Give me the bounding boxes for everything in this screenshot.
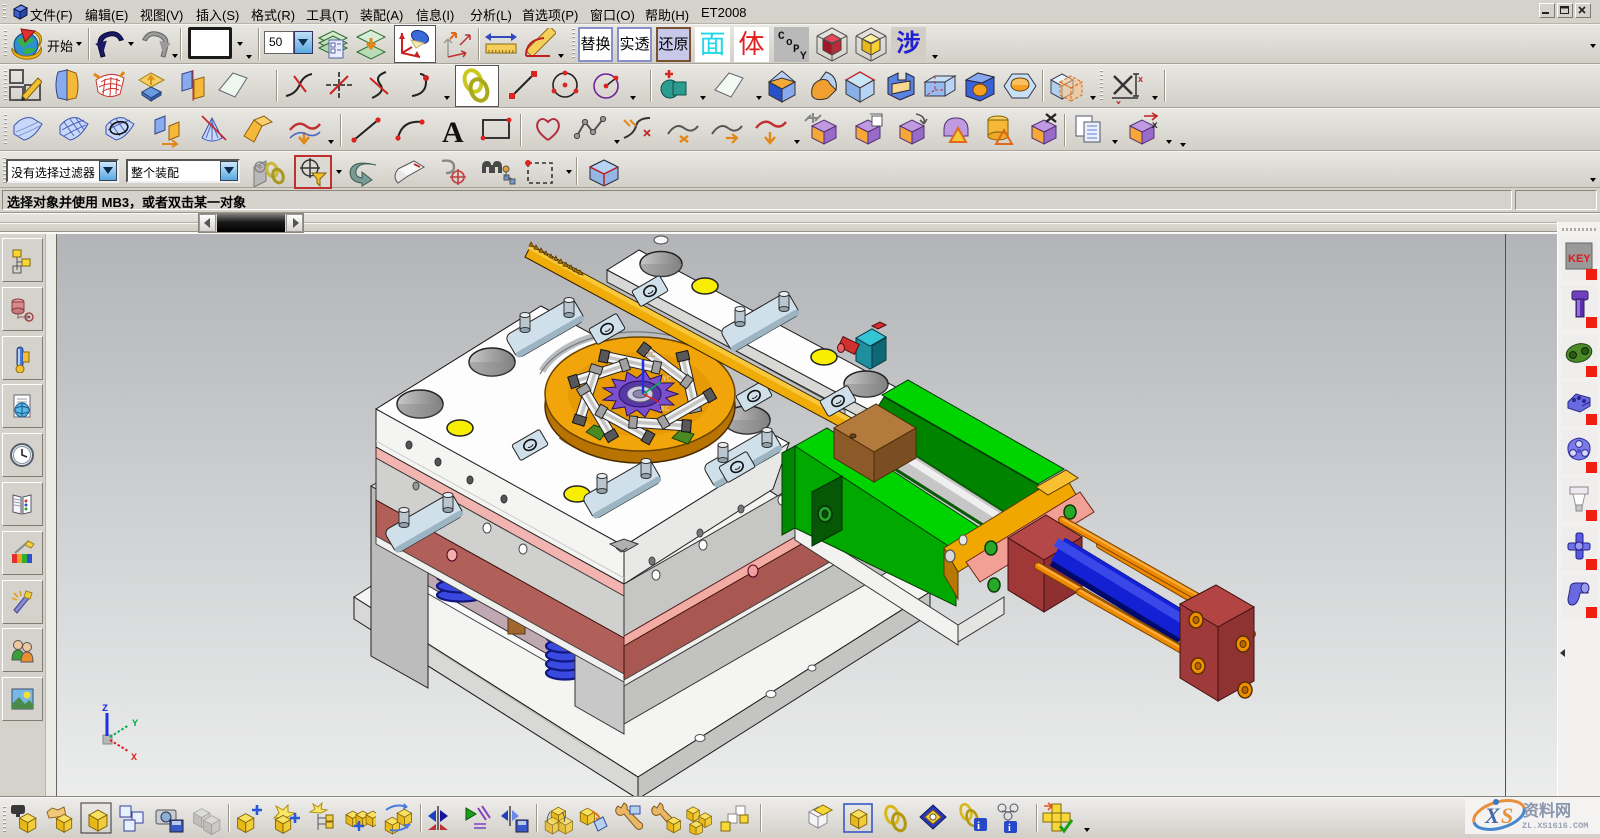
svg-text:YC: YC xyxy=(662,375,672,384)
svg-text:i: i xyxy=(977,820,980,832)
svg-text:Y: Y xyxy=(132,719,138,730)
svg-text:KEY: KEY xyxy=(1568,253,1591,265)
svg-text:XC: XC xyxy=(660,405,670,414)
svg-text:A: A xyxy=(442,116,464,148)
svg-text:x: x xyxy=(1138,74,1143,84)
svg-text:ZL.XS1616.COM: ZL.XS1616.COM xyxy=(1522,821,1588,831)
svg-text:o: o xyxy=(786,37,793,49)
svg-text:资料网: 资料网 xyxy=(1523,801,1571,820)
svg-text:x: x xyxy=(1152,120,1158,131)
svg-text:C: C xyxy=(778,31,785,43)
svg-text:i: i xyxy=(1008,823,1011,834)
svg-text:X: X xyxy=(1484,803,1501,828)
svg-text:x: x xyxy=(1116,98,1121,104)
svg-text:Y: Y xyxy=(800,51,807,62)
svg-text:P: P xyxy=(793,44,800,56)
svg-text:X: X xyxy=(131,753,137,764)
svg-text:ZC: ZC xyxy=(646,351,656,360)
svg-text:S: S xyxy=(1501,803,1513,828)
svg-text:Z: Z xyxy=(102,704,108,715)
